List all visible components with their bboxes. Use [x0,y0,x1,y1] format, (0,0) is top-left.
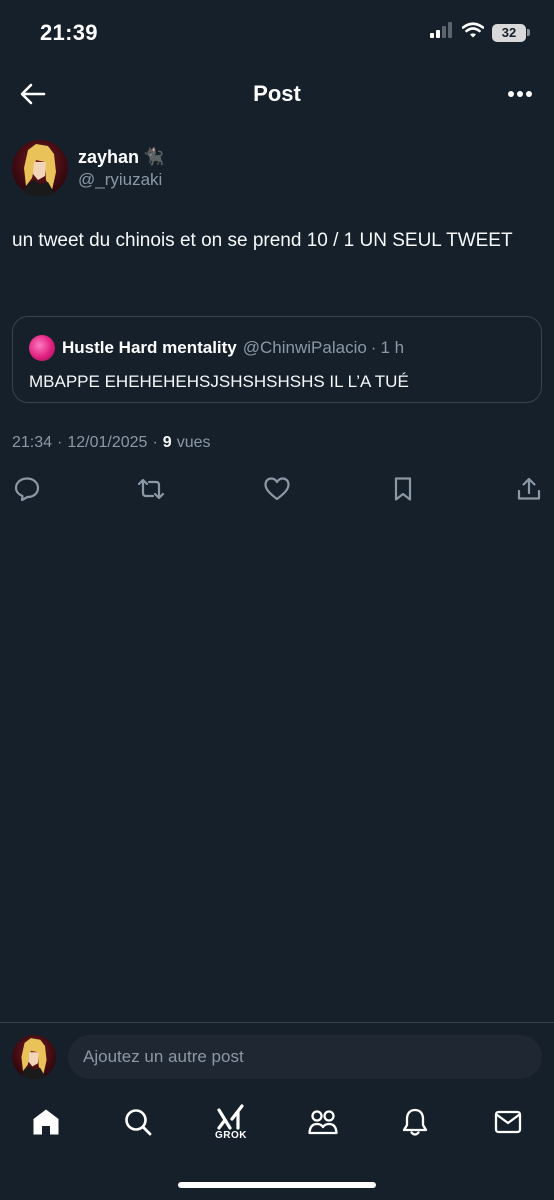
share-icon [517,477,541,500]
quoted-post-time: 1 h [380,338,405,357]
post-header: Post [0,66,554,122]
grok-icon [217,1103,244,1130]
views-label: vues [176,434,211,451]
current-user-avatar [12,1035,56,1079]
quoted-author-name: Hustle Hard mentality [62,338,237,357]
home-indicator[interactable] [178,1182,376,1188]
battery-level: 32 [492,23,526,42]
meta-separator: · [152,434,158,451]
post-date: 12/01/2025 [67,434,148,451]
bottom-navigation: GROK [0,1092,554,1156]
quoted-separator: · [370,338,377,357]
post-time: 21:34 [12,434,53,451]
author-display-name: zayhan [78,146,140,167]
nav-notifications[interactable] [395,1102,435,1142]
post-screen: 21:39 32 [0,0,554,1200]
battery-icon: 32 [492,23,530,42]
page-title: Post [253,81,301,106]
bell-icon [402,1108,428,1136]
views-count[interactable]: 9 [163,434,172,452]
author-handle: @_ryiuzaki [78,169,163,189]
cellular-signal-icon [430,22,454,43]
nav-messages[interactable] [488,1102,528,1142]
wifi-icon [461,22,485,43]
status-bar: 21:39 32 [0,0,554,66]
status-time: 21:39 [40,20,98,45]
reply-composer: Ajoutez un autre post [0,1022,554,1092]
nav-communities[interactable] [303,1102,343,1142]
nav-grok[interactable]: GROK [211,1102,251,1142]
post-text: un tweet du chinois et on se prend 10 / … [12,230,513,251]
envelope-icon [494,1110,522,1134]
meta-separator: · [57,434,63,451]
status-icons: 32 [430,22,530,43]
share-button[interactable] [514,474,544,504]
bookmark-icon [394,477,412,501]
search-icon [125,1109,152,1136]
heart-icon [264,477,290,501]
repost-icon [137,478,165,500]
home-icon [33,1109,59,1135]
quoted-post[interactable]: Hustle Hard mentality @ChinwiPalacio · 1… [12,316,542,403]
like-button[interactable] [262,474,292,504]
reply-button[interactable] [12,474,42,504]
quoted-author-handle: @ChinwiPalacio [242,338,367,357]
nav-search[interactable] [118,1102,158,1142]
quoted-post-text: MBAPPE EHEHEHEHSJSHSHSHSHS IL L’A TUÉ [29,372,409,391]
communities-icon [308,1110,338,1135]
post-meta: 21:34 · 12/01/2025 · 9 vues [12,434,210,452]
post-author[interactable]: zayhan 🐈‍⬛ @_ryiuzaki [12,140,164,196]
author-avatar[interactable] [12,140,68,196]
bookmark-button[interactable] [388,474,418,504]
nav-home[interactable] [26,1102,66,1142]
grok-label: GROK [215,1129,247,1141]
cat-emoji: 🐈‍⬛ [143,147,165,166]
more-options-button[interactable] [504,80,536,108]
reply-icon [14,477,40,502]
repost-button[interactable] [136,474,166,504]
reply-input[interactable]: Ajoutez un autre post [68,1035,542,1079]
post-actions [12,474,542,504]
quoted-author-avatar [29,335,55,361]
more-dots-icon [508,91,532,97]
